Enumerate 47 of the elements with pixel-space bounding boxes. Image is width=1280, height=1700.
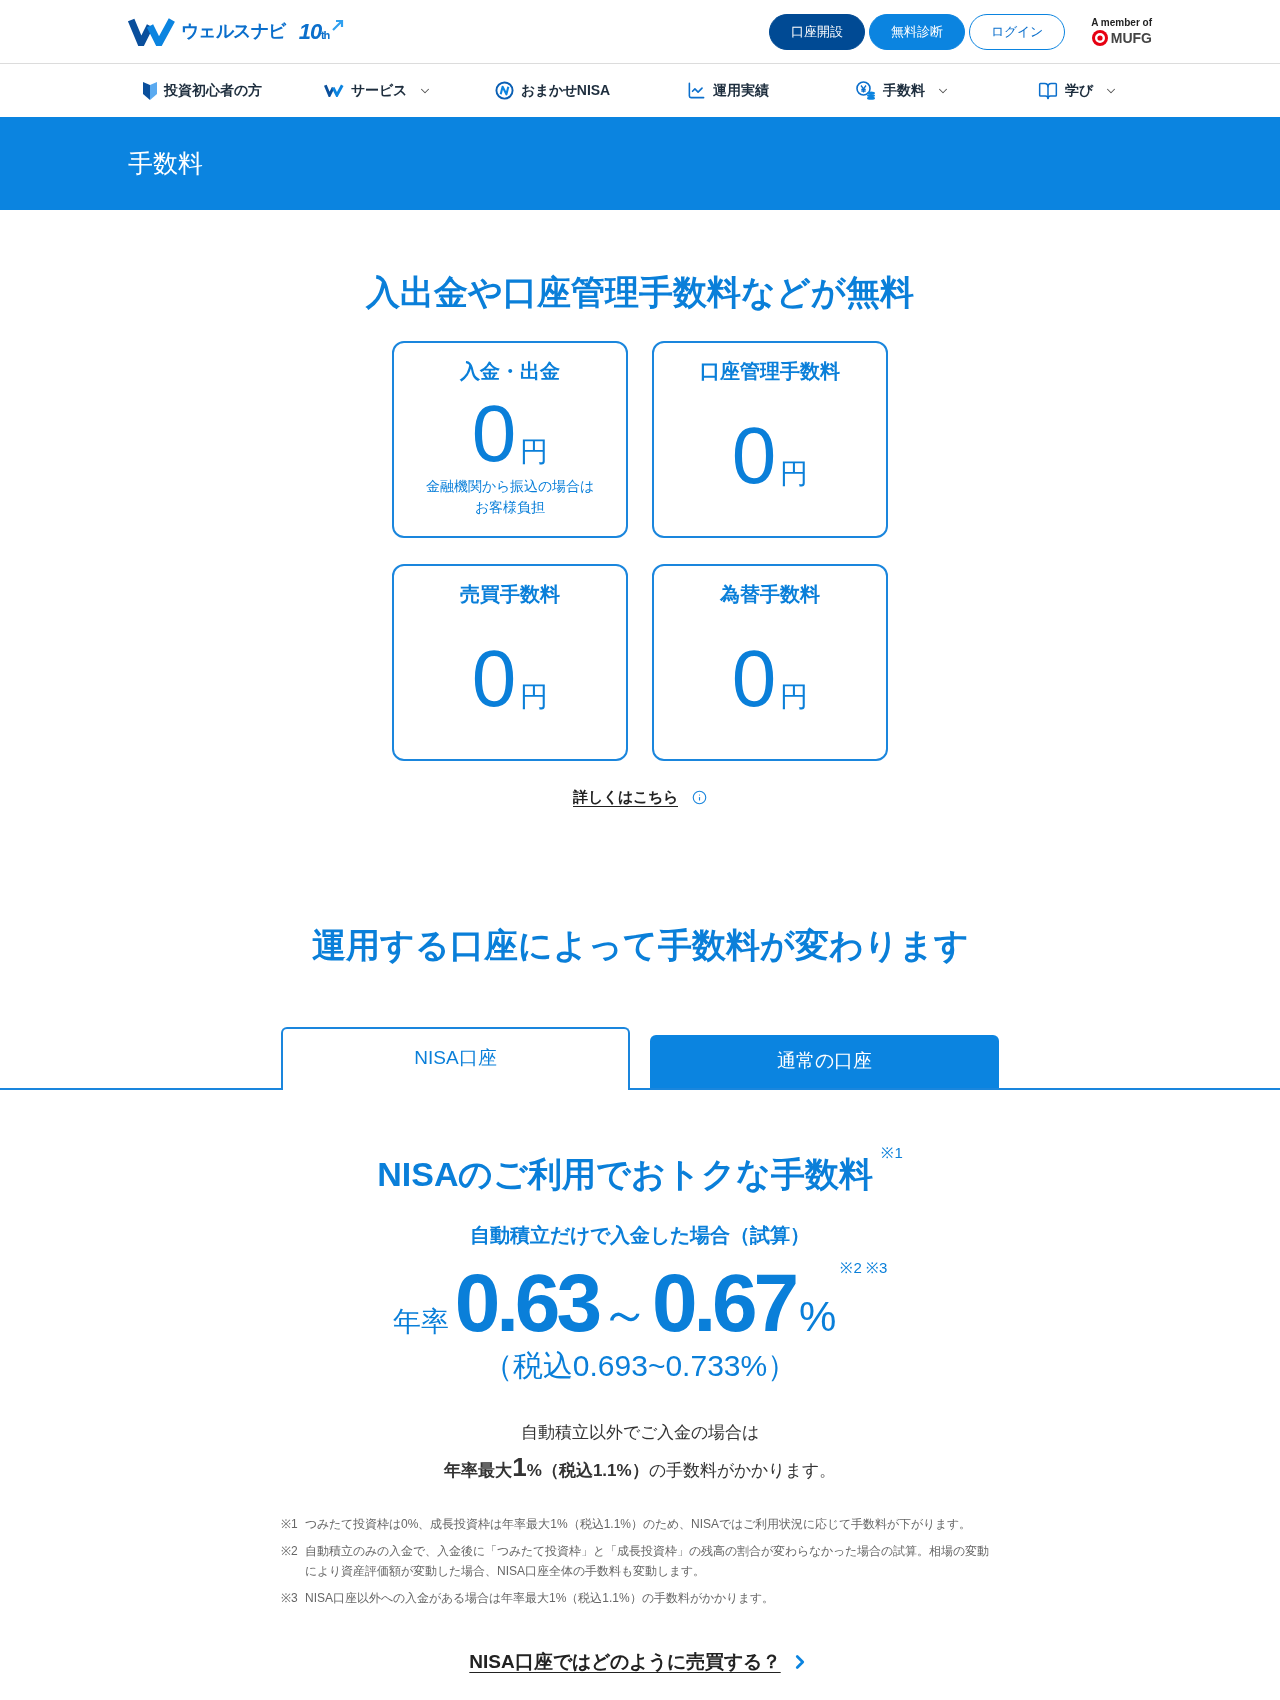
- split-shield-icon: [143, 81, 157, 100]
- nav-item[interactable]: おまかせNISA: [465, 64, 640, 117]
- card-title: 入金・出金: [460, 359, 560, 384]
- member-brand: MUFG: [1110, 28, 1152, 47]
- ring-logo-icon: [1091, 29, 1108, 46]
- arrow-icon: [332, 18, 345, 31]
- anniversary-label: 10th: [298, 20, 330, 43]
- tax-included-rate: （税込0.693~0.733%）: [482, 1348, 798, 1384]
- line-chart-icon: [686, 81, 706, 100]
- fee-amount: 0 円: [731, 639, 809, 719]
- details-link[interactable]: 詳しくはこちら: [573, 785, 707, 809]
- nisa-trading-link[interactable]: NISA口座ではどのように売買する？: [469, 1648, 811, 1676]
- rate-figure: 年率 0.63～0.67% ※2 ※3: [392, 1258, 888, 1348]
- nav-item[interactable]: 学び: [990, 64, 1165, 117]
- card-title: 口座管理手数料: [700, 359, 840, 384]
- fee-amount: 0 円: [471, 639, 549, 719]
- nav-item[interactable]: 手数料: [815, 64, 990, 117]
- section-heading: 入出金や口座管理手数料などが無料: [365, 272, 915, 313]
- account-tab[interactable]: 通常の口座: [650, 1035, 999, 1088]
- card-title: 為替手数料: [720, 582, 820, 607]
- header-button[interactable]: 無料診断: [869, 13, 966, 50]
- footnote: ※3 NISA口座以外への入金がある場合は年率最大1%（税込1.1%）の手数料がかかります。: [281, 1590, 775, 1607]
- w-logo-icon: [128, 16, 176, 47]
- nav-item[interactable]: 運用実績: [640, 64, 815, 117]
- member-caption: A member of: [1091, 16, 1152, 29]
- fee-amount: 0 円: [731, 416, 809, 496]
- header-button[interactable]: 口座開設: [769, 13, 866, 50]
- other-deposit-text: 自動積立以外でご入金の場合は: [521, 1422, 759, 1444]
- other-deposit-fee: 年率最大1%（税込1.1%）の手数料がかかります。: [444, 1451, 836, 1484]
- fee-amount: 0 円: [471, 394, 549, 474]
- header-button[interactable]: ログイン: [969, 13, 1066, 50]
- card-title: 売買手数料: [460, 582, 560, 607]
- page-title: 手数料: [128, 147, 203, 179]
- yen-coins-icon: [855, 81, 876, 100]
- brand-name: ウェルスナビ: [181, 20, 286, 43]
- nav-item[interactable]: サービス: [290, 64, 465, 117]
- info-icon: [692, 789, 707, 805]
- footnote: ※2 自動積立のみの入金で、入金後に「つみたて投資枠」と「成長投資枠」の残高の割合が変わらなかった場合の試算。相場の変動により資産評価額が変動した場合、NISA口座全体の手数料も変動します。: [281, 1543, 990, 1580]
- footnote: ※1 つみたて投資枠は0%、成長投資枠は年率最大1%（税込1.1%）のため、NISAではご利用状況に応じて手数料が下がります。: [281, 1516, 973, 1533]
- circle-logo-icon: [494, 81, 514, 100]
- panel-subheading: 自動積立だけで入金した場合（試算）: [470, 1223, 810, 1248]
- section-heading: 運用する口座によって手数料が変わります: [310, 925, 970, 966]
- nav-item[interactable]: 投資初心者の方: [115, 64, 290, 117]
- fee-note: 金融機関から振込の場合はお客様負担: [425, 477, 595, 517]
- book-icon: [1037, 80, 1058, 101]
- account-tab[interactable]: NISA口座: [281, 1027, 630, 1090]
- w-logo-icon: [323, 84, 344, 97]
